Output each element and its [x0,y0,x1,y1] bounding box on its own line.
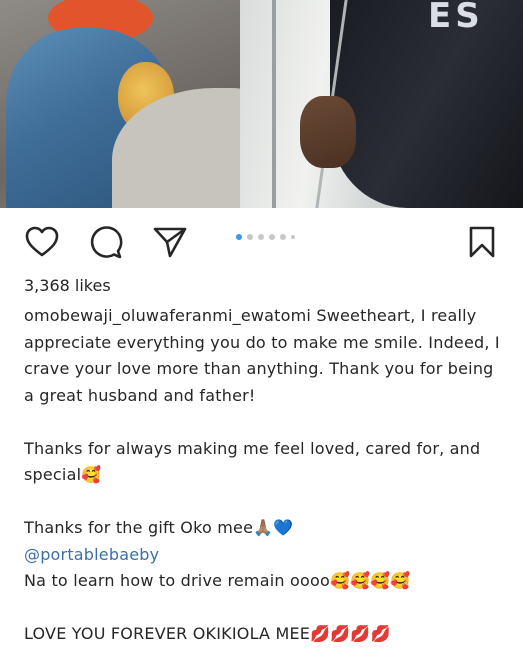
photo-overlay-text: ES [428,0,484,36]
photo-hand [300,96,356,168]
caption-text: Thanks for always making me feel loved, … [24,438,486,485]
photo-sleeve [330,0,523,208]
save-button[interactable] [464,224,500,260]
comment-icon [90,226,123,259]
share-button[interactable] [152,224,188,260]
carousel-dot [236,234,242,240]
comment-button[interactable] [88,224,124,260]
post-action-bar [0,214,523,266]
caption-text: Na to learn how to drive remain oooo🥰🥰🥰🥰 [24,571,411,590]
post-caption: omobewaji_oluwaferanmi_ewatomi Sweethear… [24,303,504,648]
send-icon [153,227,187,258]
carousel-dot [291,235,295,239]
like-button[interactable] [24,224,60,260]
caption-username[interactable]: omobewaji_oluwaferanmi_ewatomi [24,306,311,325]
carousel-indicator [236,234,295,240]
post-photo[interactable]: ES [0,0,523,208]
carousel-dot [269,234,275,240]
caption-mention[interactable]: @portablebaeby [24,542,504,569]
carousel-dot [247,234,253,240]
heart-icon [25,226,59,257]
caption-text: Thanks for the gift Oko mee🙏🏽💙 [24,518,294,537]
caption-text: LOVE YOU FOREVER OKIKIOLA MEE💋💋💋💋 [24,624,391,643]
caption-paragraph: omobewaji_oluwaferanmi_ewatomi Sweethear… [24,303,504,409]
carousel-dot [258,234,264,240]
photo-door-edge [272,0,276,208]
bookmark-icon [469,226,495,258]
likes-count[interactable]: 3,368 likes [24,276,111,295]
carousel-dot [280,234,286,240]
